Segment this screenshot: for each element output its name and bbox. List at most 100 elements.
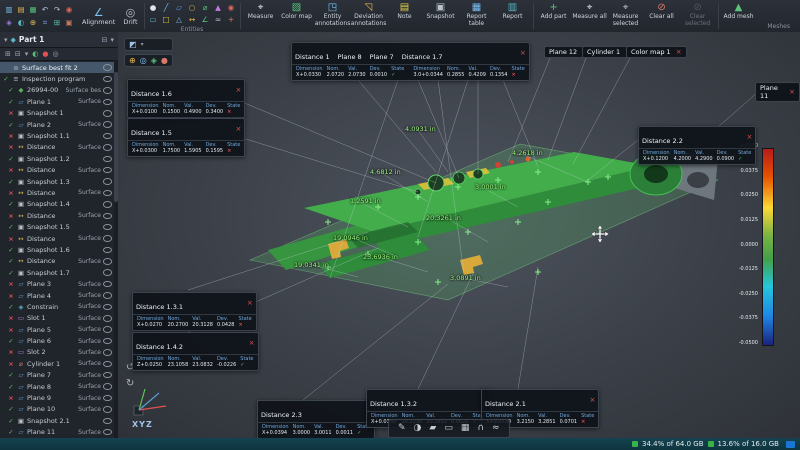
annotation-distance-1-3-1[interactable]: Distance 1.3.1 × Dimension Nom. Val. Dev. St… xyxy=(132,292,257,331)
visibility-eye-icon[interactable] xyxy=(103,75,112,83)
redo-icon[interactable]: ↷ xyxy=(51,3,63,16)
visibility-eye-icon[interactable] xyxy=(103,166,112,174)
curvature-tool-icon[interactable]: ≈ xyxy=(492,420,500,437)
add-part-button[interactable]: + Add part xyxy=(536,0,572,32)
visibility-eye-icon[interactable] xyxy=(103,223,112,231)
visibility-eye-icon[interactable] xyxy=(103,428,112,436)
clear-selected-button[interactable]: ⊘ Clear selected xyxy=(680,0,716,32)
dimension-label[interactable]: 20.3261 in xyxy=(426,214,461,222)
close-icon[interactable]: × xyxy=(247,300,253,307)
visibility-eye-icon[interactable] xyxy=(103,349,112,356)
color-map-1-tag[interactable]: Color map 1 × xyxy=(626,46,687,58)
curve-entity-icon[interactable]: ≈ xyxy=(212,14,225,26)
dimension-label[interactable]: 19.0341 in xyxy=(294,261,329,269)
tree-item[interactable]: ✓ ▱ Plane 7 Surface xyxy=(0,370,118,381)
tree-item[interactable]: ✓ ▣ Snapshot 2.1 xyxy=(0,415,118,426)
halo-view-icon[interactable]: ◑ xyxy=(414,420,422,437)
visibility-eye-icon[interactable] xyxy=(103,132,112,140)
point-entity-icon[interactable]: ● xyxy=(147,2,160,14)
tree-item[interactable]: ✓ ◆ 26994-00 Surface bes xyxy=(0,85,118,96)
visibility-eye-icon[interactable] xyxy=(103,155,112,163)
visibility-eye-icon[interactable] xyxy=(103,406,112,413)
tree-item[interactable]: ✓ ≡ Inspection program xyxy=(0,73,118,84)
tree-item[interactable]: × ↔ Distance Surface xyxy=(0,187,118,198)
tree-item[interactable]: × ▱ Plane 4 Surface xyxy=(0,290,118,301)
visibility-eye-icon[interactable] xyxy=(103,371,112,379)
entity-annotations-button[interactable]: ◳ Entity annotations xyxy=(315,0,351,32)
close-icon[interactable]: × xyxy=(235,126,241,133)
report-button[interactable]: ▥ Report xyxy=(495,0,531,32)
tree-item[interactable]: ⊛ Surface best fit 2 xyxy=(0,62,118,74)
measure-button[interactable]: ⌖ Measure xyxy=(243,0,279,32)
import-icon[interactable]: ▥ xyxy=(3,3,15,16)
tree-item[interactable]: ✓ ▣ Snapshot 1.7 xyxy=(0,267,118,278)
annotation-distance-1-4-2[interactable]: Distance 1.4.2 × Dimension Nom. Val. Dev. St… xyxy=(132,332,259,371)
undo-icon[interactable]: ↶ xyxy=(39,3,51,16)
close-icon[interactable]: × xyxy=(746,134,752,141)
open-icon[interactable]: ▤ xyxy=(15,3,27,16)
distance-entity-icon[interactable]: ↔ xyxy=(186,14,199,26)
show-failed-icon[interactable]: ● xyxy=(42,48,48,60)
scan-icon[interactable]: ◈ xyxy=(3,16,15,29)
tree-item[interactable]: ✓ ▱ Plane 6 Surface xyxy=(0,335,118,346)
visibility-eye-icon[interactable] xyxy=(103,337,112,345)
line-entity-icon[interactable]: ╱ xyxy=(160,2,173,14)
dimension-label[interactable]: 4.6812 in xyxy=(370,168,401,176)
visibility-eye-icon[interactable] xyxy=(103,144,112,151)
tree-item[interactable]: ✓ ↔ Distance Surface xyxy=(0,256,118,267)
tree-item[interactable]: ✓ ▱ Plane 1 Surface xyxy=(0,96,118,107)
visibility-eye-icon[interactable] xyxy=(103,292,112,299)
close-icon[interactable]: × xyxy=(676,48,682,56)
plane-11-tag[interactable]: Plane 11 × xyxy=(755,82,800,102)
alignment-button[interactable]: ∠ Alignment xyxy=(78,5,119,27)
annotation-distance-1-6[interactable]: Distance 1.6 × Dimension Nom. Val. Dev. Stat… xyxy=(127,79,246,118)
dimension-label[interactable]: 1.2591 in xyxy=(350,197,381,205)
pick-point-icon[interactable]: ● xyxy=(161,56,168,65)
dimension-label[interactable]: 23.6936 in xyxy=(363,253,398,261)
probe-icon[interactable]: ◉ xyxy=(63,3,75,16)
drift-button[interactable]: ◎ Drift xyxy=(119,5,141,27)
plane-entity-icon[interactable]: ▱ xyxy=(173,2,186,14)
visibility-eye-icon[interactable] xyxy=(103,178,112,185)
tree-item[interactable]: × ▭ Slot 2 Surface xyxy=(0,347,118,358)
report-table-button[interactable]: ▦ Report table xyxy=(459,0,495,32)
show-measured-icon[interactable]: ◐ xyxy=(32,48,38,60)
circle-entity-icon[interactable]: ○ xyxy=(186,2,199,14)
tree-item[interactable]: × ⌀ Cylinder 1 Surface xyxy=(0,358,118,369)
axes-icon[interactable]: ⊞ xyxy=(51,16,63,29)
tree-item[interactable]: × ▣ Snapshot 1 xyxy=(0,108,118,119)
tree-item[interactable]: × ▱ Plane 3 Surface xyxy=(0,278,118,289)
flat-mode-icon[interactable]: ▭ xyxy=(444,420,453,437)
annotation-distance-1-plane-8[interactable]: Distance 1 Plane 8 Plane 7 Distance 1.7 × D… xyxy=(291,42,530,81)
select-icon[interactable]: ◈ xyxy=(151,56,157,65)
shaded-mode-icon[interactable]: ▰ xyxy=(429,420,436,437)
visibility-eye-icon[interactable] xyxy=(103,417,112,425)
expand-all-icon[interactable]: ⊞ xyxy=(5,48,11,60)
tree-item[interactable]: ✓ ▣ Snapshot 1.3 xyxy=(0,176,118,187)
grid-icon[interactable]: ⌗ xyxy=(39,16,51,29)
snapshot-button[interactable]: ▣ Snapshot xyxy=(423,0,459,32)
visibility-eye-icon[interactable] xyxy=(103,110,112,117)
tree-item[interactable]: × ▱ Plane 9 Surface xyxy=(0,392,118,403)
visibility-eye-icon[interactable] xyxy=(103,280,112,288)
dimension-label[interactable]: 3.0891 in xyxy=(450,274,481,282)
annotation-distance-1-5[interactable]: Distance 1.5 × Dimension Nom. Val. Dev. Stat… xyxy=(127,118,246,157)
filter-icon[interactable]: ▾ xyxy=(25,48,29,60)
visibility-eye-icon[interactable] xyxy=(103,121,112,128)
visibility-eye-icon[interactable] xyxy=(103,269,112,276)
annotation-distance-2-2[interactable]: Distance 2.2 × Dimension Nom. Val. Dev. Stat… xyxy=(638,126,757,165)
tree-item[interactable]: ✓ ▱ Plane 11 Surface xyxy=(0,427,118,438)
visibility-eye-icon[interactable] xyxy=(103,98,112,106)
axis-entity-icon[interactable]: + xyxy=(225,14,238,26)
visibility-eye-icon[interactable] xyxy=(103,87,112,94)
rectangle-entity-icon[interactable]: □ xyxy=(160,14,173,26)
visibility-eye-icon[interactable] xyxy=(103,383,112,390)
visibility-eye-icon[interactable] xyxy=(103,303,112,311)
close-icon[interactable]: × xyxy=(789,88,795,96)
panel-menu-icon[interactable]: ▾ xyxy=(110,36,114,44)
slot-entity-icon[interactable]: ▭ xyxy=(147,14,160,26)
camera-icon[interactable]: ▣ xyxy=(63,16,75,29)
sphere-entity-icon[interactable]: ◉ xyxy=(225,2,238,14)
dimension-label[interactable]: 19.0946 in xyxy=(333,234,368,242)
fit-view-icon[interactable]: ⊕ xyxy=(129,56,136,65)
